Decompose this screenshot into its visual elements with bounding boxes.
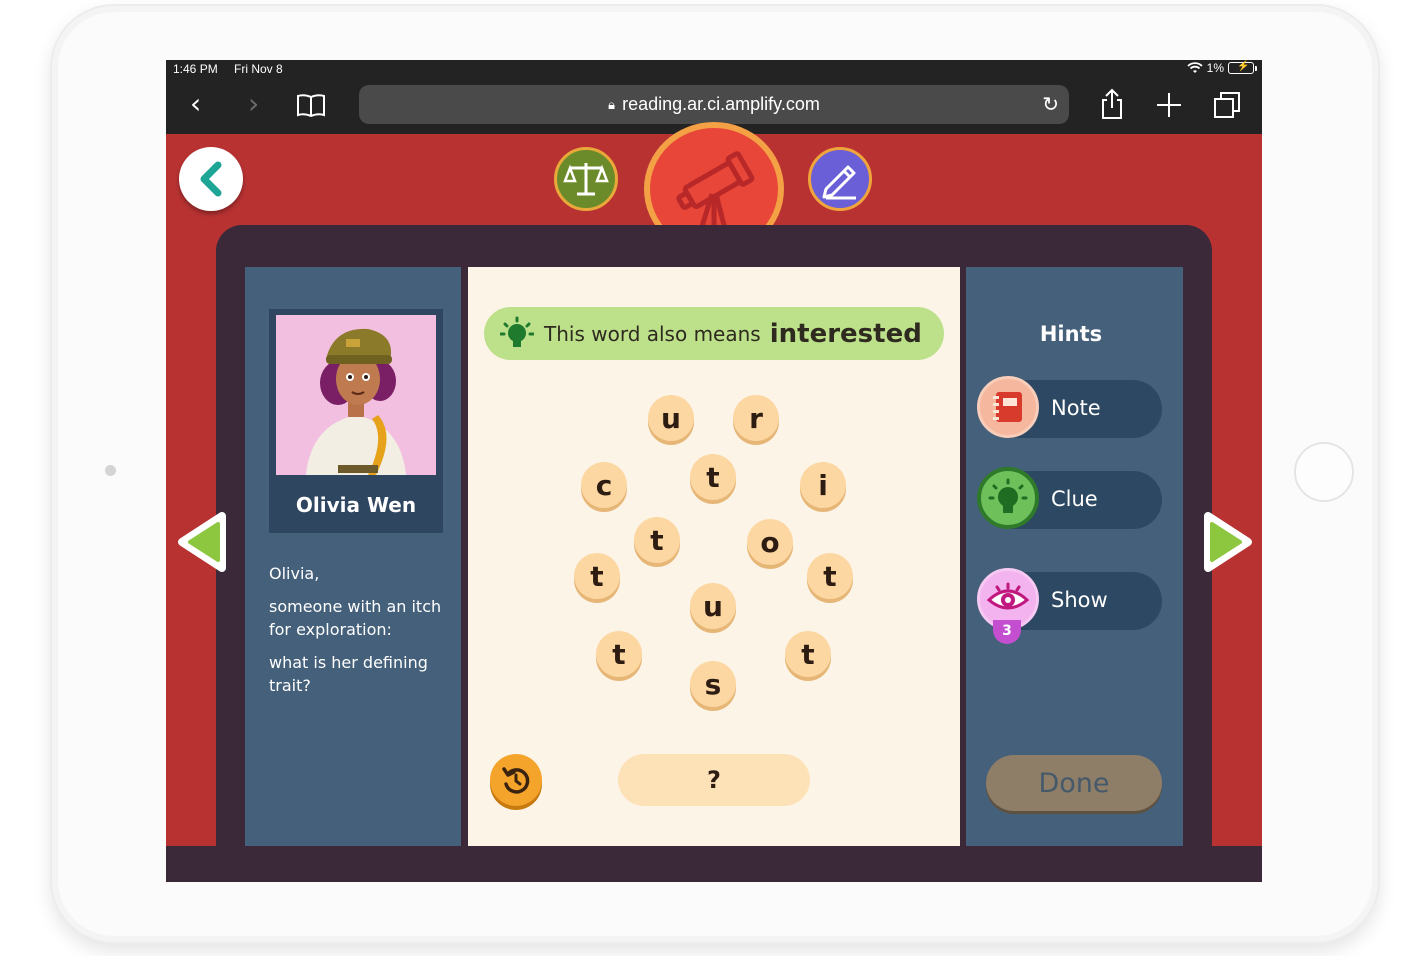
- bottom-band: [166, 846, 1262, 882]
- portrait-card: Olivia Wen: [269, 309, 443, 533]
- battery-icon: ⚡: [1228, 61, 1257, 74]
- note-hint-label: Note: [1051, 396, 1101, 420]
- letter-tile[interactable]: t: [807, 553, 853, 599]
- next-arrow-button[interactable]: [1198, 512, 1254, 572]
- reset-button[interactable]: [490, 754, 542, 806]
- letter-tile[interactable]: u: [690, 583, 736, 629]
- lightbulb-icon: [500, 316, 534, 347]
- pencil-icon: [822, 165, 856, 200]
- balance-scale-icon: [563, 163, 609, 196]
- undo-icon: [502, 767, 530, 794]
- letter-tile[interactable]: t: [634, 517, 680, 563]
- url-text: reading.ar.ci.amplify.com: [622, 94, 820, 114]
- status-date: Fri Nov 8: [234, 62, 283, 76]
- letter-tile[interactable]: u: [648, 395, 694, 441]
- letter-tile[interactable]: o: [747, 519, 793, 565]
- done-button[interactable]: Done: [986, 755, 1162, 811]
- share-icon[interactable]: [1100, 88, 1124, 120]
- letter-tile[interactable]: s: [690, 661, 736, 707]
- new-tab-icon[interactable]: [1156, 92, 1182, 118]
- hints-title: Hints: [1039, 322, 1103, 346]
- word-puzzle-panel: This word also means interested u r c t …: [468, 267, 960, 847]
- back-button[interactable]: [179, 147, 243, 211]
- note-hint-button[interactable]: Note: [977, 376, 1162, 438]
- answer-field[interactable]: ?: [618, 754, 810, 806]
- hint-banner: This word also means interested: [484, 307, 944, 360]
- character-portrait: [276, 315, 436, 475]
- telescope-icon: [676, 151, 755, 234]
- pencil-mode-button[interactable]: [808, 147, 872, 211]
- show-hint-label: Show: [1051, 588, 1108, 612]
- hint-word: interested: [769, 318, 922, 349]
- letter-tile[interactable]: t: [785, 631, 831, 677]
- screen: 1:46 PM Fri Nov 8 1% ⚡ ‹ › 🔒︎ reading.ar…: [166, 60, 1262, 882]
- status-time: 1:46 PM: [173, 62, 218, 76]
- character-name: Olivia Wen: [295, 493, 417, 517]
- battery-percent: 1%: [1206, 61, 1224, 75]
- hint-prefix: This word also means: [544, 321, 761, 346]
- hints-panel: Hints Note Clue 3 Show Done: [966, 267, 1183, 847]
- clue-line-3: what is her defining trait?: [269, 653, 428, 695]
- home-button[interactable]: [1294, 442, 1354, 502]
- reload-icon[interactable]: ↻: [1042, 92, 1059, 117]
- scale-mode-button[interactable]: [554, 147, 618, 211]
- character-panel: Olivia Wen Olivia, someone with an itch …: [245, 267, 461, 847]
- status-indicators: 1% ⚡: [1187, 61, 1257, 75]
- camera-icon: [105, 465, 116, 476]
- explorer-avatar-icon: [306, 328, 406, 475]
- clue-line-1: Olivia,: [269, 564, 320, 583]
- bookmarks-icon[interactable]: [296, 93, 326, 117]
- letter-tile[interactable]: t: [596, 631, 642, 677]
- previous-arrow-button[interactable]: [176, 512, 232, 572]
- tabs-icon[interactable]: [1213, 91, 1241, 119]
- wifi-icon: [1187, 62, 1203, 73]
- clue-line-2: someone with an itch for exploration:: [269, 597, 442, 639]
- address-bar[interactable]: 🔒︎ reading.ar.ci.amplify.com ↻: [359, 85, 1069, 124]
- letter-tile[interactable]: c: [581, 462, 627, 508]
- clue-hint-button[interactable]: Clue: [977, 467, 1162, 529]
- show-hint-count-badge: 3: [993, 620, 1021, 644]
- notebook-icon: [977, 376, 1039, 438]
- browser-back-icon[interactable]: ‹: [190, 90, 201, 118]
- letter-tile[interactable]: r: [733, 395, 779, 441]
- clue-hint-label: Clue: [1051, 487, 1098, 511]
- lightbulb-icon: [977, 467, 1039, 529]
- show-hint-button[interactable]: 3 Show: [977, 568, 1162, 644]
- letter-tile[interactable]: i: [800, 462, 846, 508]
- lock-icon: 🔒︎: [608, 96, 616, 112]
- browser-forward-icon[interactable]: ›: [248, 90, 259, 118]
- letter-tile[interactable]: t: [690, 454, 736, 500]
- letter-tile[interactable]: t: [574, 553, 620, 599]
- chevron-left-icon: [200, 161, 222, 197]
